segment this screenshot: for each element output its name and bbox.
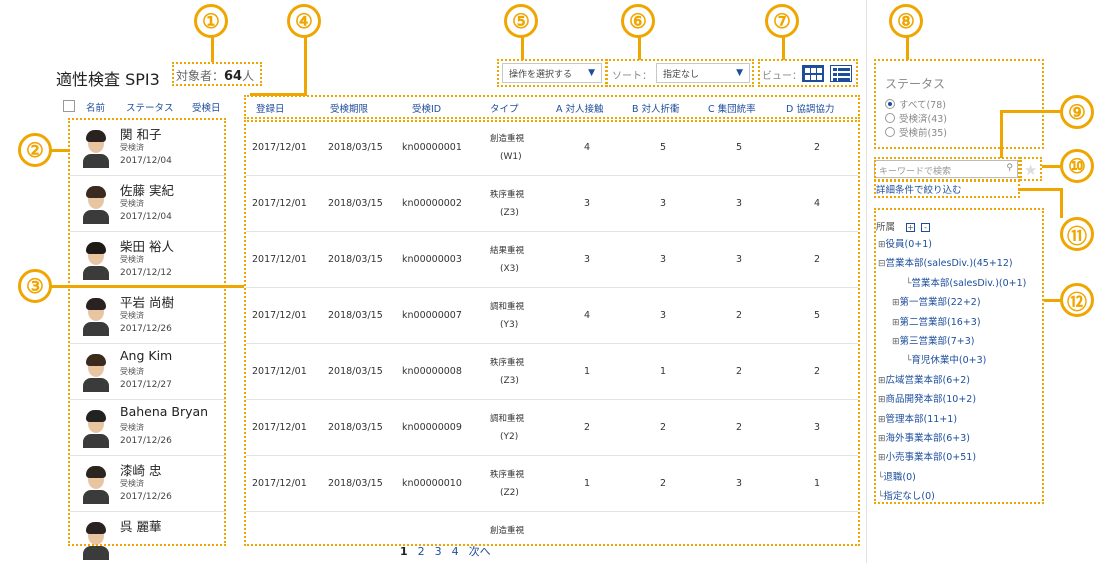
callout-3: ③ xyxy=(18,269,52,303)
callout-7: ⑦ xyxy=(765,4,799,38)
leader-line xyxy=(1018,188,1060,191)
callout-box-4 xyxy=(244,95,860,119)
sort-date[interactable]: 受検日 xyxy=(192,100,221,114)
sort-status[interactable]: ステータス xyxy=(126,100,174,114)
leader-line xyxy=(1044,299,1060,302)
callout-6: ⑥ xyxy=(621,4,655,38)
leader-line xyxy=(250,93,307,96)
callout-box-6 xyxy=(606,59,754,87)
callout-1: ① xyxy=(194,4,228,38)
callout-10: ⑩ xyxy=(1060,149,1094,183)
page-link[interactable]: 4 xyxy=(452,545,459,558)
callout-box-1 xyxy=(172,62,262,86)
callout-box-8 xyxy=(874,59,1044,149)
callout-box-7 xyxy=(758,59,858,87)
leader-line xyxy=(782,36,785,60)
callout-5: ⑤ xyxy=(504,4,538,38)
callout-box-2 xyxy=(68,118,226,546)
callout-12: ⑫ xyxy=(1060,283,1094,317)
leader-line xyxy=(211,36,214,62)
leader-line xyxy=(304,36,307,96)
callout-box-5 xyxy=(497,59,607,87)
panel-divider xyxy=(866,0,867,563)
leader-line xyxy=(1000,110,1003,158)
leader-line xyxy=(1042,165,1060,168)
callout-box-11 xyxy=(874,180,1020,198)
leader-line xyxy=(50,285,244,288)
select-all-checkbox[interactable] xyxy=(63,100,75,112)
page-link[interactable]: 1 xyxy=(400,545,408,558)
list-header: 名前 ステータス 受検日 xyxy=(60,98,236,116)
next-page-link[interactable]: 次へ xyxy=(469,545,491,558)
callout-2: ② xyxy=(18,133,52,167)
callout-9: ⑨ xyxy=(1060,95,1094,129)
callout-box-3 xyxy=(244,120,860,546)
page-link[interactable]: 2 xyxy=(418,545,425,558)
leader-line xyxy=(521,36,524,60)
callout-8: ⑧ xyxy=(889,4,923,38)
page-link[interactable]: 3 xyxy=(435,545,442,558)
leader-line xyxy=(638,36,641,60)
callout-11: ⑪ xyxy=(1060,217,1094,251)
callout-box-10 xyxy=(1020,157,1042,181)
leader-line xyxy=(1000,110,1060,113)
page-title: 適性検査 SPI3 xyxy=(56,70,160,89)
callout-box-12 xyxy=(874,208,1044,504)
sort-name[interactable]: 名前 xyxy=(86,100,105,114)
callout-box-9 xyxy=(874,157,1020,181)
callout-4: ④ xyxy=(287,4,321,38)
leader-line xyxy=(1060,188,1063,218)
leader-line xyxy=(50,149,70,152)
leader-line xyxy=(906,36,909,60)
